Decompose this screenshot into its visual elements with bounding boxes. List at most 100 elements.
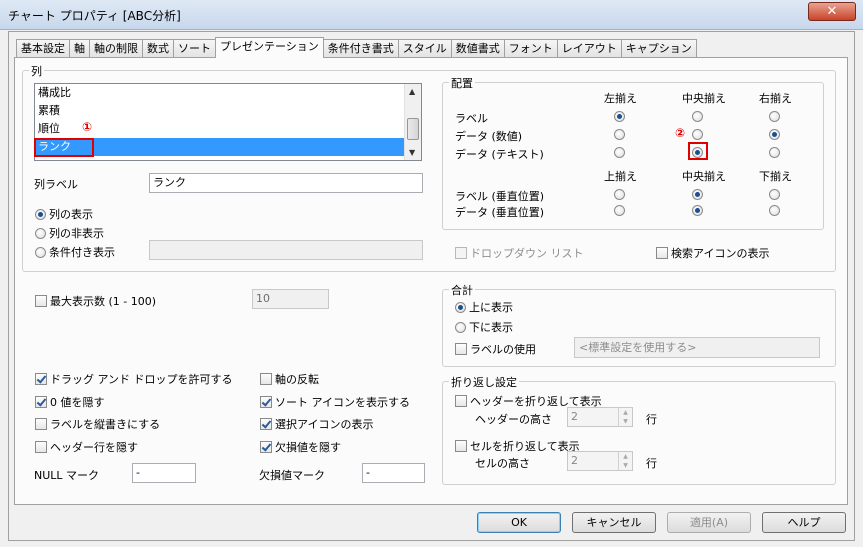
dropdown-list-option[interactable]: ドロップダウン リスト [455,245,584,261]
tab-3[interactable]: 数式 [142,39,174,58]
cancel-button[interactable]: キャンセル [572,512,656,533]
max-display-input[interactable]: 10 [252,289,329,309]
display-option-0[interactable]: 列の表示 [35,206,93,222]
search-icon-label: 検索アイコンの表示 [671,247,770,260]
header-wrap-checkbox[interactable] [455,395,467,407]
option-checkbox[interactable] [260,395,272,408]
valign-radio[interactable] [614,205,625,216]
tab-9[interactable]: フォント [503,39,558,58]
totals-radio[interactable] [455,301,466,313]
align-radio[interactable] [769,147,780,158]
scroll-thumb[interactable] [407,118,419,140]
valign-radio[interactable] [614,189,625,200]
spin-down-icon[interactable]: ▼ [619,461,632,470]
tab-11[interactable]: キャプション [620,39,697,58]
search-icon-option[interactable]: 検索アイコンの表示 [656,245,769,261]
display-option-2[interactable]: 条件付き表示 [35,244,115,260]
label-dropdown[interactable]: <標準設定を使用する> [574,337,820,358]
valign-row-label: ラベル (垂直位置) [455,190,545,203]
null-mark-input[interactable]: - [132,463,196,483]
list-item[interactable]: 累積 [35,102,421,120]
tab-7[interactable]: スタイル [397,39,452,58]
cell-height-value: 2 [571,454,578,467]
align-row-label: データ (テキスト) [455,148,544,161]
align-radio[interactable] [692,111,703,122]
ok-button[interactable]: OK [477,512,561,533]
valign-radio[interactable] [692,189,703,200]
options_right-2[interactable]: 選択アイコンの表示 [260,416,373,432]
close-button[interactable]: ✕ [808,2,856,21]
option-checkbox[interactable] [35,440,47,453]
options_left-0[interactable]: ドラッグ アンド ドロップを許可する [35,371,233,387]
totals-option-1[interactable]: 下に表示 [455,319,513,335]
option-checkbox[interactable] [35,395,47,408]
use-label-checkbox[interactable] [455,343,467,355]
display-radio[interactable] [35,227,46,239]
align-row-label: ラベル [455,112,488,125]
tab-5[interactable]: プレゼンテーション [215,37,324,58]
align-radio[interactable] [769,111,780,122]
option-checkbox[interactable] [260,440,272,453]
display-option-1[interactable]: 列の非表示 [35,225,104,241]
cell-wrap-label: セルを折り返して表示 [470,440,580,453]
align-radio[interactable] [614,147,625,158]
window-title: チャート プロパティ [ABC分析] [8,9,181,23]
title-bar: チャート プロパティ [ABC分析] ✕ [0,0,863,30]
condition-input[interactable] [149,240,423,260]
valign-radio[interactable] [769,189,780,200]
options_left-3[interactable]: ヘッダー行を隠す [35,439,138,455]
display-radio[interactable] [35,246,46,258]
max-display-checkbox[interactable] [35,295,47,307]
options_right-3[interactable]: 欠損値を隠す [260,439,341,455]
list-item[interactable]: 構成比 [35,84,421,102]
spin-up-icon[interactable]: ▲ [619,408,632,417]
totals-option-0[interactable]: 上に表示 [455,299,513,315]
tab-1[interactable]: 軸 [69,39,90,58]
valign-radio[interactable] [692,205,703,216]
help-button[interactable]: ヘルプ [762,512,846,533]
options_right-1[interactable]: ソート アイコンを表示する [260,394,410,410]
totals-radio[interactable] [455,321,466,333]
column-label-input[interactable]: ランク [149,173,423,193]
dropdown-list-checkbox[interactable] [455,247,467,259]
scroll-down-icon[interactable]: ▼ [409,148,415,157]
align-radio[interactable] [614,111,625,122]
options_left-2[interactable]: ラベルを縦書きにする [35,416,160,432]
spin-down-icon[interactable]: ▼ [619,417,632,426]
option-checkbox[interactable] [260,418,272,430]
max-display-option[interactable]: 最大表示数 (1 - 100) [35,293,156,309]
tab-8[interactable]: 数値書式 [450,39,505,58]
cell-wrap-checkbox[interactable] [455,440,467,452]
tab-6[interactable]: 条件付き書式 [322,39,399,58]
options_right-0[interactable]: 軸の反転 [260,371,319,387]
option-label: ヘッダー行を隠す [50,440,138,454]
options_left-1[interactable]: 0 値を隠す [35,394,105,410]
align-radio[interactable] [692,129,703,140]
option-checkbox[interactable] [35,373,47,385]
option-checkbox[interactable] [35,418,47,430]
valign-header: 下揃え [759,170,792,183]
use-label-option[interactable]: ラベルの使用 [455,341,536,357]
totals-option-label: 下に表示 [469,321,513,334]
tab-2[interactable]: 軸の制限 [89,39,143,58]
apply-button[interactable]: 適用(A) [667,512,751,533]
align-radio[interactable] [769,129,780,140]
search-icon-checkbox[interactable] [656,247,668,259]
tab-10[interactable]: レイアウト [556,39,622,58]
spin-up-icon[interactable]: ▲ [619,452,632,461]
tab-4[interactable]: ソート [173,39,216,58]
tab-0[interactable]: 基本設定 [16,39,70,58]
scroll-up-icon[interactable]: ▲ [409,87,415,96]
cell-wrap-option[interactable]: セルを折り返して表示 [455,438,580,454]
list-item[interactable]: 順位 [35,120,421,138]
align-radio[interactable] [614,129,625,140]
valign-radio[interactable] [769,205,780,216]
option-checkbox[interactable] [260,373,272,385]
tab-strip: 基本設定軸軸の制限 数式 ソート プレゼンテーション 条件付き書式 スタイル 数値書式 フォン… [16,37,697,58]
missing-mark-input[interactable]: - [362,463,425,483]
header-height-stepper[interactable]: 2 ▲ ▼ [567,407,633,427]
display-radio[interactable] [35,208,46,220]
valign-header: 中央揃え [682,170,726,183]
cell-height-stepper[interactable]: 2 ▲ ▼ [567,451,633,471]
column-list-scrollbar[interactable]: ▲ ▼ [404,84,421,160]
